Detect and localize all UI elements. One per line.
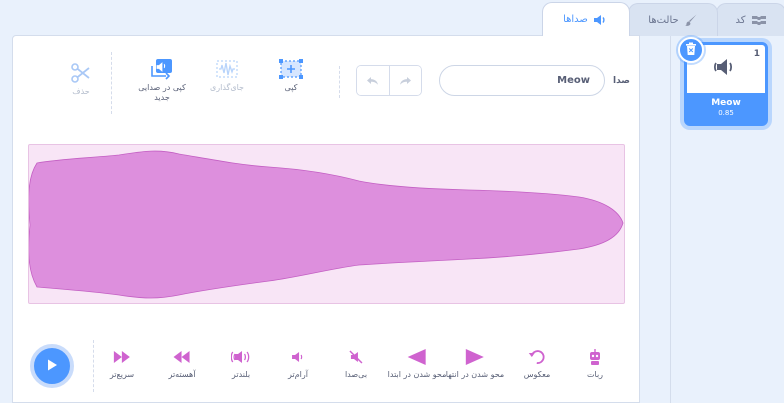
- effect-fade-out-label: محو شدن در انتها: [445, 370, 505, 379]
- effect-fade-in-button[interactable]: محو شدن در ابتدا: [387, 348, 447, 379]
- sound-name-input[interactable]: [439, 65, 605, 96]
- speaker-icon: [593, 14, 609, 26]
- sound-item-number: 1: [753, 49, 760, 59]
- effect-louder-label: بلندتر: [231, 370, 251, 379]
- effect-slower-button[interactable]: آهسته‌تر: [168, 348, 196, 379]
- paste-label: جای‌گذاری: [210, 83, 244, 92]
- fade-in-icon: [388, 348, 447, 366]
- effect-reverse-label: معکوس: [523, 370, 551, 379]
- delete-sound-button[interactable]: [678, 37, 704, 63]
- delete-button[interactable]: حذف: [61, 62, 101, 97]
- toolbar-divider-2: [111, 52, 112, 114]
- sound-item-name: Meow: [711, 98, 741, 108]
- effect-fade-in-label: محو شدن در ابتدا: [387, 370, 447, 379]
- effect-mute-label: بی‌صدا: [344, 370, 368, 379]
- copy-to-new-button[interactable]: کپی در صدایی جدید: [131, 58, 193, 103]
- copy-selection-icon: [271, 58, 311, 80]
- effect-robot-button[interactable]: ربات: [586, 348, 604, 379]
- waveform-shape: [28, 150, 624, 299]
- effect-faster-button[interactable]: سریع‌تر: [110, 348, 134, 379]
- effect-fade-out-button[interactable]: محو شدن در انتها: [446, 348, 504, 379]
- sound-item-duration: 0.85: [718, 109, 734, 117]
- delete-label: حذف: [72, 87, 90, 96]
- code-blocks-icon: [751, 14, 767, 26]
- paste-button[interactable]: جای‌گذاری: [201, 58, 253, 93]
- effect-reverse-button[interactable]: معکوس: [524, 348, 550, 379]
- tab-sounds[interactable]: صداها: [542, 2, 630, 36]
- redo-icon: [398, 71, 412, 90]
- play-button[interactable]: [30, 344, 74, 388]
- softer-icon: [288, 348, 308, 366]
- play-icon: [45, 357, 59, 376]
- copy-to-new-label: کپی در صدایی جدید: [138, 83, 186, 102]
- copy-label: کپی: [284, 83, 298, 92]
- waveform-area[interactable]: [28, 144, 625, 304]
- effect-softer-button[interactable]: آرام‌تر: [288, 348, 308, 379]
- tab-sounds-label: صداها: [563, 14, 588, 25]
- copy-to-new-sound-icon: [131, 58, 193, 80]
- undo-redo-group: [356, 65, 422, 96]
- copy-button[interactable]: کپی: [271, 58, 311, 93]
- slower-icon: [169, 348, 196, 366]
- reverse-icon: [524, 348, 550, 366]
- effect-softer-label: آرام‌تر: [288, 370, 308, 379]
- effect-slower-label: آهسته‌تر: [168, 370, 196, 379]
- effect-louder-button[interactable]: بلندتر: [231, 348, 251, 379]
- effects-divider: [93, 340, 94, 392]
- trash-icon: [685, 41, 697, 60]
- robot-icon: [586, 348, 604, 366]
- fade-out-icon: [446, 348, 504, 366]
- paintbrush-icon: [684, 13, 698, 27]
- louder-icon: [231, 348, 251, 366]
- sound-speaker-icon: [713, 57, 739, 81]
- tab-code[interactable]: کد: [716, 3, 784, 36]
- tab-costumes[interactable]: حالت‌ها: [628, 3, 718, 36]
- tab-code-label: کد: [735, 14, 746, 26]
- effect-faster-label: سریع‌تر: [109, 370, 135, 379]
- tab-costumes-label: حالت‌ها: [648, 14, 679, 26]
- toolbar-divider: [339, 66, 340, 98]
- paste-waveform-icon: [201, 58, 253, 80]
- sound-name-label: صدا: [613, 76, 630, 86]
- undo-button[interactable]: [357, 66, 389, 95]
- effect-robot-label: ربات: [586, 370, 604, 379]
- mute-icon: [345, 348, 367, 366]
- sound-editor: صدا کپی جای‌گذاری کپی در صدایی جدید: [12, 35, 640, 403]
- scissors-icon: [61, 62, 101, 84]
- faster-icon: [110, 348, 134, 366]
- undo-icon: [366, 71, 380, 90]
- redo-button[interactable]: [388, 66, 421, 95]
- editor-tabs: کد حالت‌ها صداها: [540, 0, 784, 36]
- effect-mute-button[interactable]: بی‌صدا: [345, 348, 367, 379]
